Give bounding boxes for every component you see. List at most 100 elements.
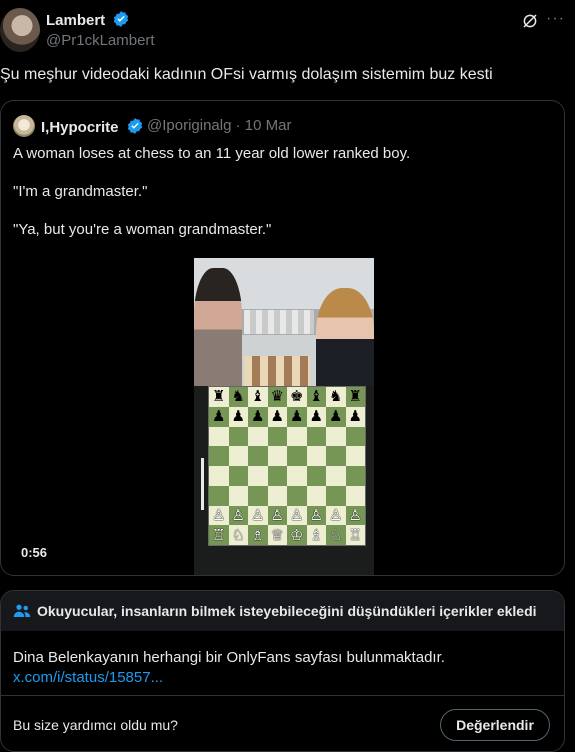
community-note-link[interactable]: x.com/i/status/15857... <box>13 669 163 686</box>
community-note-header: Okuyucular, insanların bilmek isteyebile… <box>1 591 564 631</box>
board-square: ♙ <box>209 505 229 526</box>
chess-piece: ♟ <box>290 408 304 426</box>
quoted-author-name[interactable]: I,Hypocrite <box>41 117 144 136</box>
board-square <box>287 426 307 447</box>
board-square <box>326 466 346 486</box>
board-square <box>287 466 307 486</box>
board-square <box>228 426 248 447</box>
chess-piece: ♗ <box>309 526 323 544</box>
board-square: ♟ <box>287 406 307 427</box>
chess-piece: ♙ <box>309 506 323 524</box>
board-square <box>287 485 307 506</box>
board-square: ♙ <box>326 505 346 526</box>
board-square <box>326 485 346 506</box>
chess-piece: ♘ <box>329 526 343 544</box>
board-square <box>306 485 326 506</box>
board-square: ♝ <box>248 387 268 407</box>
chess-piece: ♟ <box>270 408 284 426</box>
board-square <box>248 426 268 447</box>
quoted-text-line: A woman loses at chess to an 11 year old… <box>13 145 411 162</box>
quoted-handle-date[interactable]: @Iporiginalg · 10 Mar <box>147 117 291 134</box>
video-scene <box>194 258 374 386</box>
chess-piece: ♟ <box>309 408 323 426</box>
chess-piece: ♟ <box>348 408 362 426</box>
board-square: ♞ <box>228 387 248 407</box>
quoted-text-line: "I'm a grandmaster." <box>13 183 148 200</box>
author-handle[interactable]: @Pr1ckLambert <box>46 32 155 49</box>
quoted-avatar[interactable] <box>13 115 35 137</box>
board-square: ♟ <box>306 406 326 427</box>
board-square: ♙ <box>248 505 268 526</box>
more-options-icon[interactable]: ··· <box>546 10 565 28</box>
board-square: ♗ <box>248 525 268 545</box>
post-text: Şu meşhur videodaki kadının OFsi varmış … <box>0 66 493 83</box>
physical-chessboard <box>244 356 310 386</box>
chess-piece: ♟ <box>231 408 245 426</box>
grok-icon[interactable] <box>521 12 539 30</box>
chess-piece: ♙ <box>212 506 226 524</box>
video-duration: 0:56 <box>21 545 48 560</box>
community-note: Okuyucular, insanların bilmek isteyebile… <box>0 590 565 752</box>
board-square <box>306 466 326 486</box>
board-square: ♙ <box>267 505 287 526</box>
board-square <box>209 426 229 447</box>
avatar[interactable] <box>0 8 40 52</box>
video-progress-bar[interactable] <box>201 458 204 510</box>
board-square <box>326 426 346 447</box>
board-square: ♕ <box>267 525 287 545</box>
board-square <box>267 485 287 506</box>
tournament-tables <box>244 310 314 334</box>
rate-button[interactable]: Değerlendir <box>440 709 550 741</box>
board-square: ♞ <box>326 387 346 407</box>
post-header: Lambert @Pr1ckLambert ··· <box>0 0 575 60</box>
board-square: ♟ <box>248 406 268 427</box>
board-square <box>209 466 229 486</box>
board-square: ♝ <box>306 387 326 407</box>
board-square <box>306 426 326 447</box>
quoted-post[interactable]: I,Hypocrite @Iporiginalg · 10 Mar A woma… <box>0 100 565 576</box>
helpful-question: Bu size yardımcı oldu mu? <box>13 717 178 733</box>
board-square <box>248 485 268 506</box>
chess-piece: ♙ <box>231 506 245 524</box>
chess-piece: ♙ <box>329 506 343 524</box>
board-square: ♘ <box>228 525 248 545</box>
board-square <box>345 426 365 447</box>
board-square <box>287 446 307 466</box>
verified-badge-icon <box>127 118 142 134</box>
chess-piece: ♙ <box>290 506 304 524</box>
chess-piece: ♜ <box>348 388 362 406</box>
quoted-text-line: "Ya, but you're a woman grandmaster." <box>13 221 272 238</box>
author-name[interactable]: Lambert <box>46 10 130 29</box>
chess-piece: ♙ <box>270 506 284 524</box>
chess-piece: ♛ <box>270 388 284 406</box>
video-player[interactable]: ♜ ♞ ♝ ♛ ♚ ♝ ♞ ♜ ♟ ♟ ♟ ♟ ♟ ♟ ♟ ♟ ♙ ♙ ♙ ♙ ♙ ♙ ♙ ♙ ♖ ♘ ♗ ♕ ♔ ♗ ♘ ♖ <box>194 258 374 575</box>
board-square <box>306 446 326 466</box>
people-icon <box>13 604 31 617</box>
chess-piece: ♗ <box>251 526 265 544</box>
chess-piece: ♝ <box>309 388 323 406</box>
chess-piece: ♔ <box>290 526 304 544</box>
divider <box>1 695 564 696</box>
chess-piece: ♝ <box>251 388 265 406</box>
board-square: ♛ <box>267 387 287 407</box>
board-square: ♙ <box>306 505 326 526</box>
board-square <box>228 466 248 486</box>
board-square: ♗ <box>306 525 326 545</box>
chess-piece: ♞ <box>329 388 343 406</box>
board-square <box>228 485 248 506</box>
verified-badge-icon <box>114 11 129 27</box>
board-square <box>345 466 365 486</box>
board-square <box>267 446 287 466</box>
player-left <box>194 268 242 386</box>
board-square: ♟ <box>209 406 229 427</box>
player-right <box>316 288 374 386</box>
board-square: ♜ <box>345 387 365 407</box>
chess-piece: ♞ <box>231 388 245 406</box>
community-note-title: Okuyucular, insanların bilmek isteyebile… <box>37 603 537 619</box>
chess-piece: ♖ <box>348 526 362 544</box>
board-square: ♜ <box>209 387 229 407</box>
board-square: ♔ <box>287 525 307 545</box>
chess-piece: ♘ <box>231 526 245 544</box>
chess-piece: ♙ <box>251 506 265 524</box>
board-square <box>228 446 248 466</box>
